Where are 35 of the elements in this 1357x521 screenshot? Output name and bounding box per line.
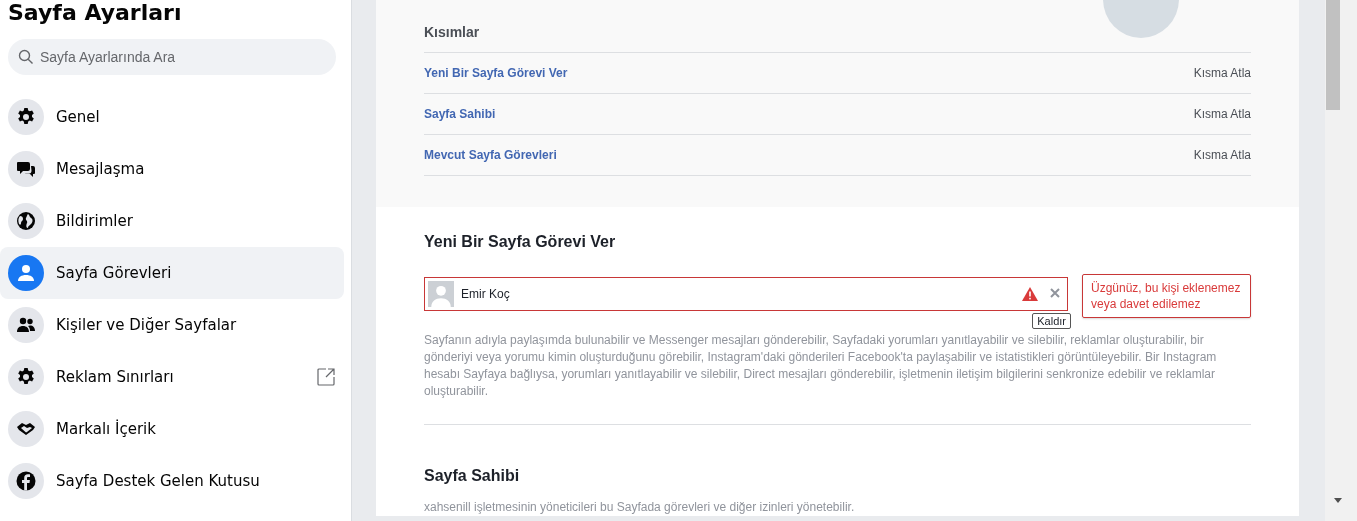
sidebar-item[interactable]: Sayfa Görevleri [0,247,344,299]
sidebar-item[interactable]: Bildirimler [0,195,344,247]
remove-tooltip: Kaldır [1032,313,1071,329]
jump-link[interactable]: Kısma Atla [1193,107,1251,121]
person-input-field[interactable]: Emir Koç [424,277,1068,311]
section-title: Sayfa Sahibi [424,467,521,485]
vertical-scrollbar[interactable] [1325,0,1357,521]
person-icon [16,263,36,283]
jump-link[interactable]: Kısma Atla [1193,66,1251,80]
sidebar-item[interactable]: Reklam Sınırları [0,351,344,403]
gear-icon [16,107,36,127]
people-icon [16,315,36,335]
warning-icon [1022,287,1038,301]
sidebar-item[interactable]: Mesajlaşma [0,143,344,195]
role-description: Sayfanın adıyla paylaşımda bulunabilir ve Messenger mesajları gönderebilir, Sayfadaki yorumları yanıtlayabilir ve silebilir, reklamlar oluşturabilir, bir gönderiyi veya yorumu kimin oluşturduğunu görebilir, Instagram'daki gönderileri Facebook'ta paylaşabilir ve istatistikleri görüntüleyebilir. Bir Instagram hesabı Sayfaya bağlıysa, yorumları yanıtlayabilir ve silebilir, Direct mesajları gönderebilir, işletmenin iletişim bilgilerini senkronize edebilir ve reklamlar oluşturabilir. [424,332,1218,400]
section-title: Yeni Bir Sayfa Görevi Ver [424,233,617,251]
chat-icon [16,159,36,179]
section-link[interactable]: Mevcut Sayfa Görevleri [424,148,557,162]
section-link[interactable]: Yeni Bir Sayfa Görevi Ver [424,66,568,80]
sidebar-title: Sayfa Ayarları [8,0,183,26]
section-heading: Kısımlar [424,14,1251,53]
sidebar-item[interactable]: Genel [0,91,344,143]
search-field[interactable]: Sayfa Ayarlarında Ara [8,39,336,75]
error-message: Üzgünüz, bu kişi eklenemez veya davet edilemez [1082,274,1251,318]
external-link-icon [316,367,336,387]
sidebar-item[interactable]: Sayfa Destek Gelen Kutusu [0,455,344,507]
owner-description: xahsenill işletmesinin yöneticileri bu Sayfada görevleri ve diğer izinleri yönetebilir. [424,499,856,516]
sidebar-item[interactable]: Kişiler ve Diğer Sayfalar [0,299,344,351]
section-link[interactable]: Sayfa Sahibi [424,107,496,121]
close-icon [1050,288,1060,298]
remove-button[interactable] [1048,286,1062,300]
gear-icon [16,367,36,387]
facebook-logo-icon [16,471,36,491]
jump-link[interactable]: Kısma Atla [1193,148,1251,162]
sidebar-item[interactable]: Markalı İçerik [0,403,344,455]
